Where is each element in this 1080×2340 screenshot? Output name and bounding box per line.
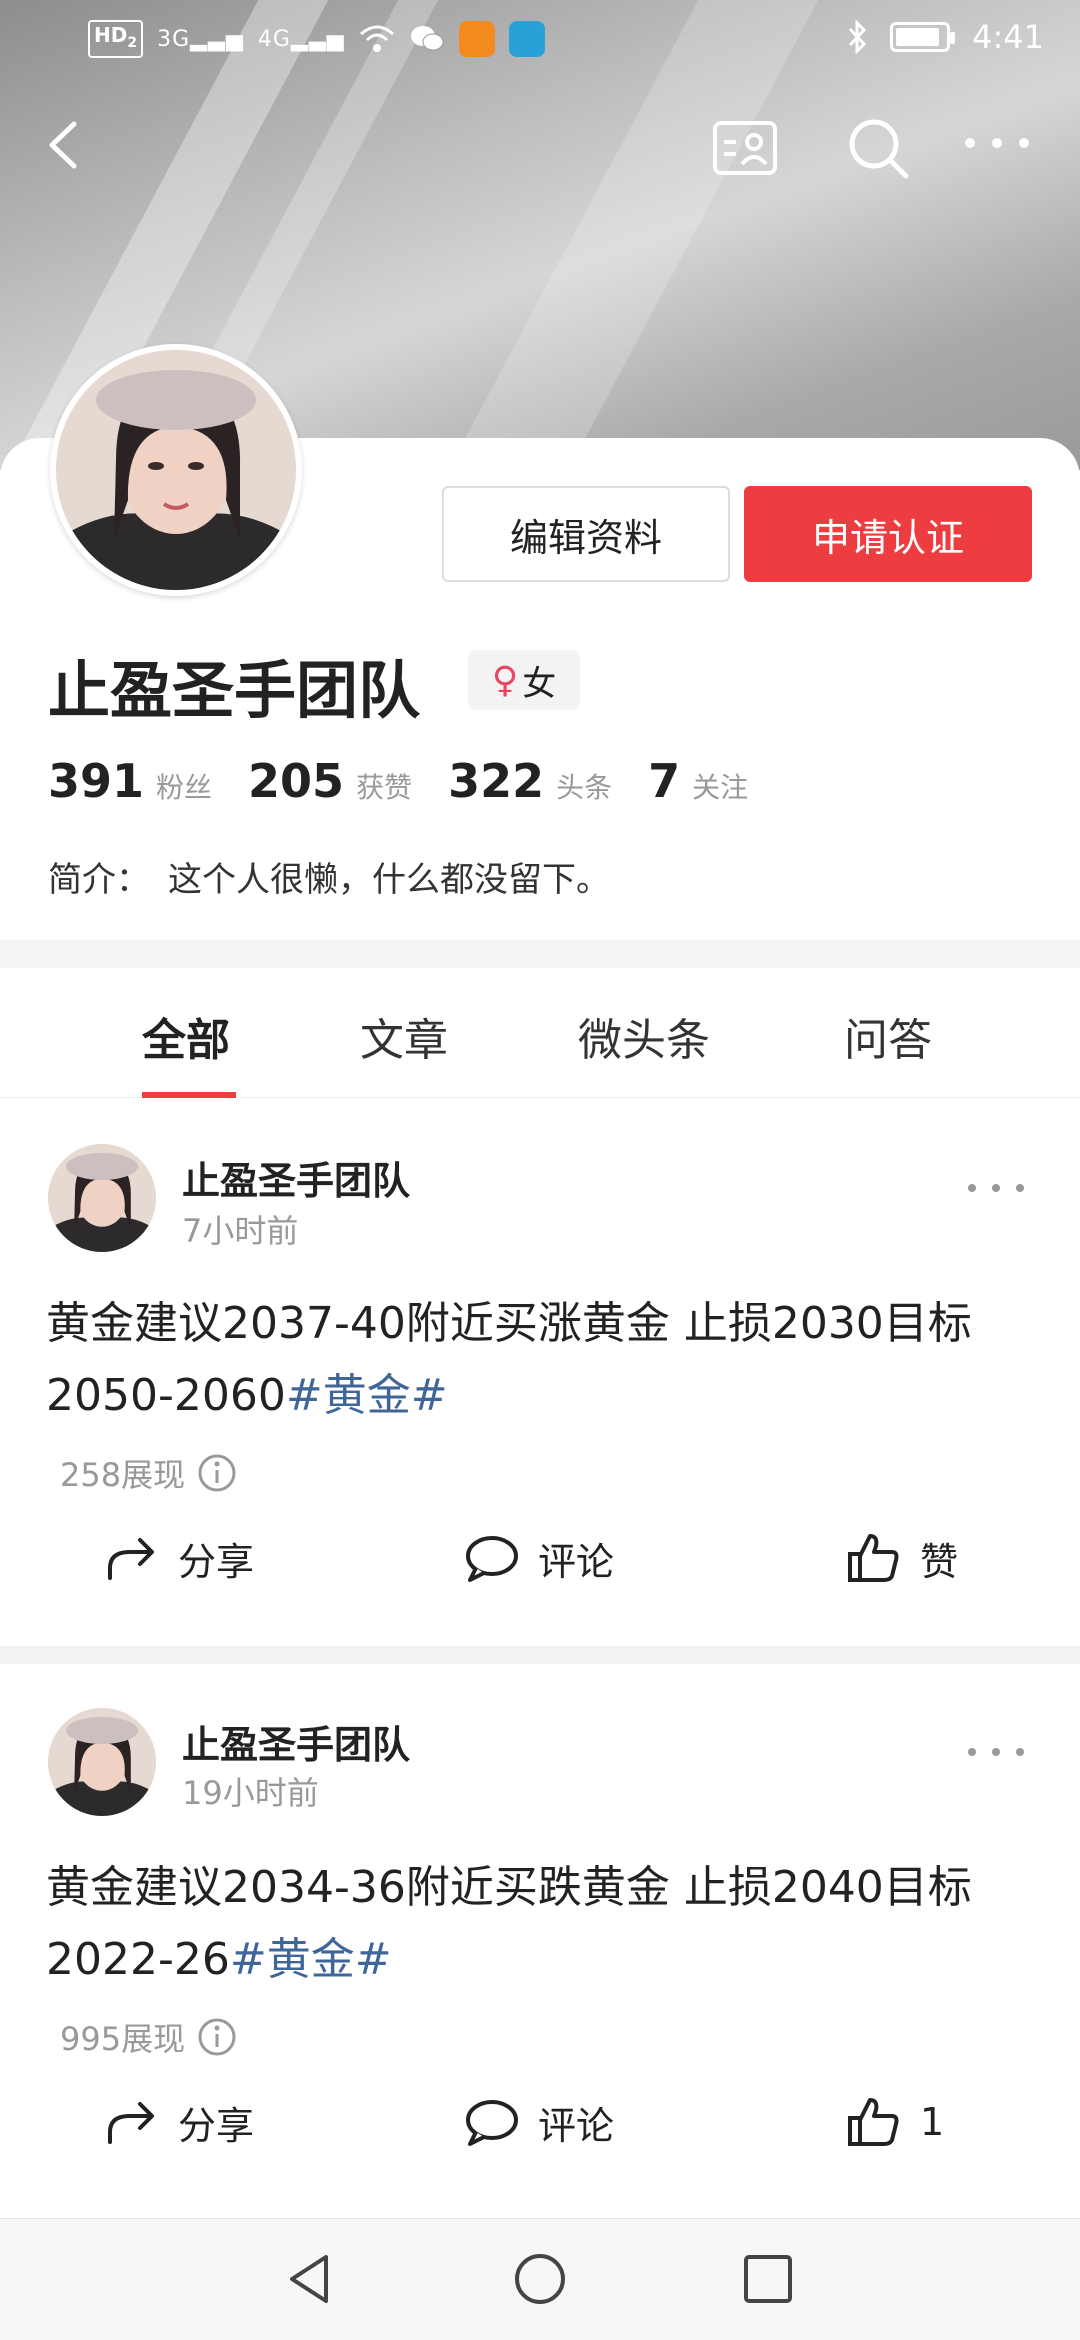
- thumbs-up-icon: [848, 1534, 899, 1582]
- nav-back-icon[interactable]: [280, 2249, 340, 2309]
- comment-icon: [466, 2100, 518, 2146]
- stat-number: 322: [448, 754, 545, 808]
- views-count: 258展现: [60, 1456, 186, 1494]
- gender-label: 女: [522, 663, 557, 704]
- post-actions: 分享 评论 赞: [0, 1530, 1080, 1610]
- info-icon[interactable]: [197, 2017, 237, 2057]
- profile-bio: 简介： 这个人很懒，什么都没留下。: [48, 852, 610, 901]
- like-button[interactable]: 赞: [846, 1530, 958, 1586]
- video-app-icon: [458, 21, 495, 57]
- hd-indicator: HD2: [88, 20, 144, 58]
- post-hashtag[interactable]: #黄金#: [286, 1370, 448, 1421]
- profile-name: 止盈圣手团队: [48, 654, 421, 727]
- nav-recents-icon[interactable]: [738, 2249, 798, 2309]
- share-label: 分享: [178, 1539, 255, 1584]
- profile-stats: 391 粉丝 205 获赞 322 头条 7 关注: [48, 754, 784, 808]
- post-time: 19小时前: [182, 1774, 319, 1812]
- stat-likes[interactable]: 205 获赞: [248, 754, 412, 808]
- female-icon: ♀: [491, 659, 519, 701]
- stat-following[interactable]: 7 关注: [648, 754, 748, 808]
- edit-profile-button[interactable]: 编辑资料: [442, 486, 730, 582]
- post-avatar[interactable]: [48, 1708, 156, 1816]
- comment-button[interactable]: 评论: [464, 1530, 614, 1586]
- share-label: 分享: [178, 2103, 255, 2148]
- post-author[interactable]: 止盈圣手团队: [182, 1150, 410, 1205]
- back-arrow-icon[interactable]: [40, 120, 90, 170]
- stat-label: 粉丝: [156, 771, 213, 804]
- status-bar: HD2 3G▂▃▅ 4G▂▃▅ 4:41: [0, 0, 1080, 80]
- bio-label: 简介：: [48, 860, 150, 900]
- stat-label: 获赞: [356, 771, 413, 804]
- share-button[interactable]: 分享: [104, 2094, 254, 2150]
- clock: 4:41: [972, 18, 1044, 56]
- like-label: 赞: [920, 1539, 959, 1584]
- section-divider: [0, 940, 1080, 968]
- post-separator: [0, 1646, 1080, 1664]
- comment-label: 评论: [538, 2103, 615, 2148]
- post-more-icon[interactable]: [964, 1176, 1028, 1200]
- bio-text: 这个人很懒，什么都没留下。: [168, 860, 610, 900]
- like-button[interactable]: 1: [846, 2094, 944, 2150]
- content-tabs: 全部 文章 微头条 问答: [0, 968, 1080, 1098]
- post-views: 995展现: [60, 2014, 237, 2060]
- signal-4g-icon: 4G▂▃▅: [257, 26, 345, 52]
- views-count: 995展现: [60, 2020, 186, 2058]
- top-nav: [0, 100, 1080, 190]
- wifi-icon: [359, 25, 394, 52]
- stat-label: 头条: [556, 771, 613, 804]
- comment-button[interactable]: 评论: [464, 2094, 614, 2150]
- apply-verification-button[interactable]: 申请认证: [744, 486, 1032, 582]
- stat-label: 关注: [692, 771, 749, 804]
- battery-icon: [890, 22, 956, 52]
- post-hashtag[interactable]: #黄金#: [230, 1934, 392, 1985]
- share-icon: [108, 2102, 154, 2144]
- tab-all[interactable]: 全部: [142, 1004, 230, 1068]
- info-icon[interactable]: [197, 1453, 237, 1493]
- share-button[interactable]: 分享: [104, 1530, 254, 1586]
- post-time: 7小时前: [182, 1212, 299, 1250]
- bluetooth-icon: [849, 20, 867, 54]
- more-icon[interactable]: [962, 118, 1032, 168]
- post-views: 258展现: [60, 1450, 237, 1496]
- post-content[interactable]: 黄金建议2037-40附近买涨黄金 止损2030目标2050-2060#黄金#: [46, 1288, 1036, 1432]
- post-more-icon[interactable]: [964, 1740, 1028, 1764]
- comment-icon: [466, 1536, 518, 1582]
- tab-articles[interactable]: 文章: [360, 1004, 448, 1068]
- search-icon[interactable]: [846, 116, 910, 180]
- system-nav-bar: [0, 2218, 1080, 2340]
- post-content[interactable]: 黄金建议2034-36附近买跌黄金 止损2040目标2022-26#黄金#: [46, 1852, 1036, 1996]
- post-avatar[interactable]: [48, 1144, 156, 1252]
- gender-badge: ♀ 女: [468, 650, 580, 710]
- profile-card-icon[interactable]: [712, 120, 778, 176]
- avatar[interactable]: [50, 344, 302, 596]
- stat-number: 391: [48, 754, 145, 808]
- stat-posts[interactable]: 322 头条: [448, 754, 612, 808]
- app-notification-icon: [508, 21, 545, 57]
- tab-qa[interactable]: 问答: [844, 1004, 932, 1068]
- wechat-icon: [410, 26, 444, 51]
- post-text: 黄金建议2034-36附近买跌黄金 止损2040目标2022-26: [46, 1862, 972, 1985]
- thumbs-up-icon: [848, 2098, 899, 2146]
- stat-followers[interactable]: 391 粉丝: [48, 754, 212, 808]
- stat-number: 7: [648, 754, 681, 808]
- nav-home-icon[interactable]: [510, 2249, 570, 2309]
- post-item[interactable]: 止盈圣手团队 7小时前 黄金建议2037-40附近买涨黄金 止损2030目标20…: [0, 1098, 1080, 1646]
- share-icon: [108, 1538, 154, 1580]
- comment-label: 评论: [538, 1539, 615, 1584]
- post-author[interactable]: 止盈圣手团队: [182, 1714, 410, 1769]
- like-count: 1: [920, 2100, 945, 2144]
- post-item[interactable]: 止盈圣手团队 19小时前 黄金建议2034-36附近买跌黄金 止损2040目标2…: [0, 1664, 1080, 2218]
- signal-3g-icon: 3G▂▃▅: [157, 26, 244, 52]
- tab-micro-posts[interactable]: 微头条: [578, 1004, 710, 1068]
- post-text: 黄金建议2037-40附近买涨黄金 止损2030目标2050-2060: [46, 1298, 972, 1421]
- stat-number: 205: [248, 754, 345, 808]
- post-actions: 分享 评论 1: [0, 2094, 1080, 2174]
